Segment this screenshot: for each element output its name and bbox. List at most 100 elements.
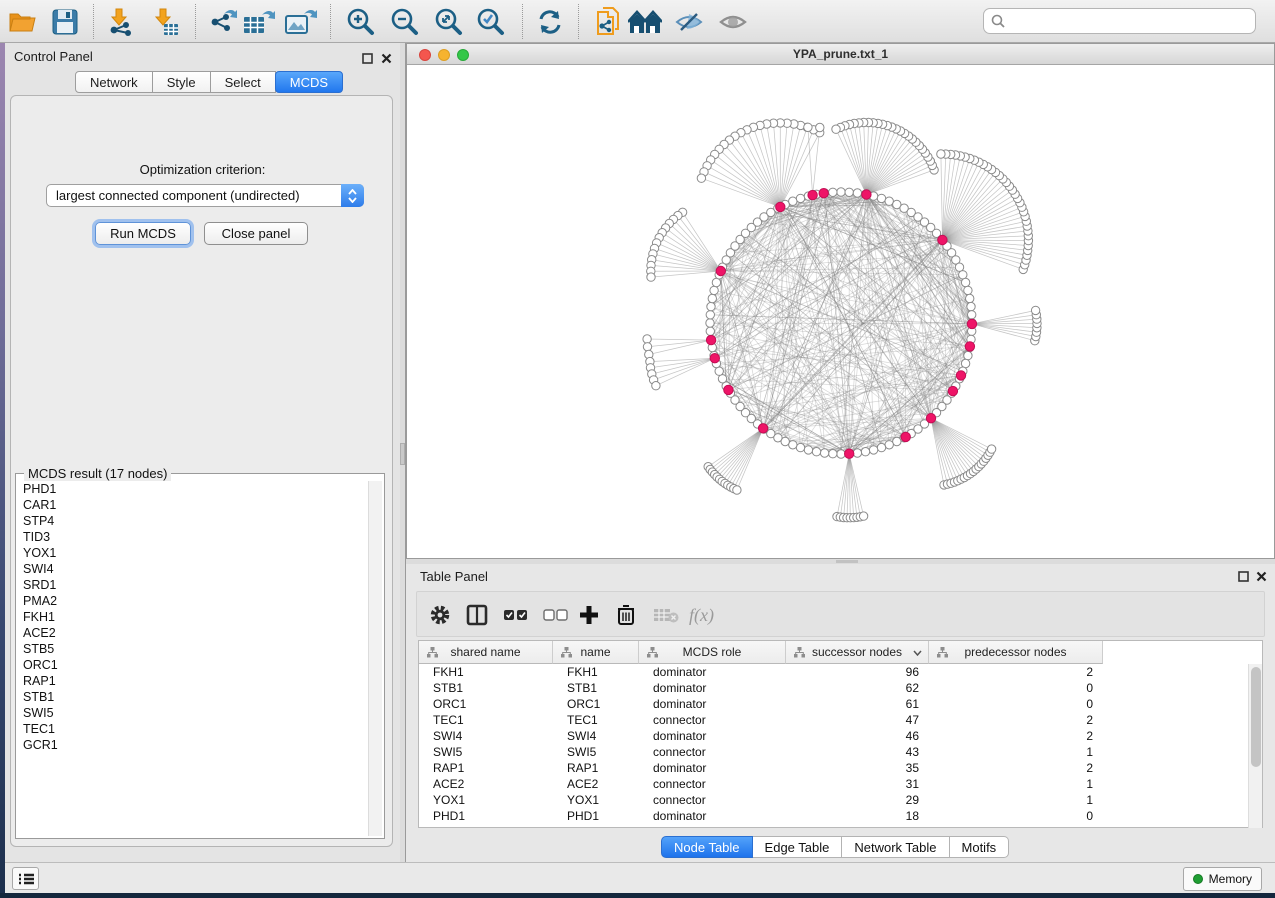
show-columns-icon[interactable] — [466, 600, 488, 630]
column-header-successor-nodes[interactable]: successor nodes — [786, 641, 929, 664]
dropdown-stepper-icon — [341, 184, 364, 207]
mcds-result-item[interactable]: CAR1 — [18, 497, 370, 513]
export-image-icon[interactable] — [284, 5, 318, 39]
table-row[interactable]: RAP1RAP1dominator352 — [419, 760, 1249, 776]
column-header-shared-name[interactable]: shared name — [419, 641, 553, 664]
tab-select[interactable]: Select — [211, 71, 276, 93]
mcds-result-item[interactable]: PHD1 — [18, 481, 370, 497]
tab-motifs[interactable]: Motifs — [950, 836, 1010, 858]
table-cell: STB1 — [419, 680, 553, 696]
export-table-icon[interactable] — [242, 5, 276, 39]
close-panel-icon[interactable] — [381, 51, 392, 62]
zoom-selected-icon[interactable] — [474, 5, 508, 39]
open-file-icon[interactable] — [6, 5, 40, 39]
mcds-result-item[interactable]: SWI5 — [18, 705, 370, 721]
network-window-titlebar[interactable]: YPA_prune.txt_1 — [407, 44, 1274, 65]
run-mcds-button[interactable]: Run MCDS — [95, 222, 191, 245]
zoom-fit-icon[interactable] — [432, 5, 466, 39]
tab-network-table[interactable]: Network Table — [842, 836, 949, 858]
deselect-all-checkboxes-icon[interactable] — [543, 600, 569, 630]
mcds-result-item[interactable]: YOX1 — [18, 545, 370, 561]
zoom-in-icon[interactable] — [344, 5, 378, 39]
save-session-icon[interactable] — [48, 5, 82, 39]
table-row[interactable]: SWI5SWI5connector431 — [419, 744, 1249, 760]
tab-node-table[interactable]: Node Table — [661, 836, 753, 858]
table-cell: 47 — [786, 712, 929, 728]
mcds-result-item[interactable]: GCR1 — [18, 737, 370, 753]
import-table-icon[interactable] — [148, 5, 182, 39]
select-all-checkboxes-icon[interactable] — [503, 600, 529, 630]
search-input[interactable] — [1010, 14, 1255, 28]
table-row[interactable]: PHD1PHD1dominator180 — [419, 808, 1249, 824]
tab-edge-table[interactable]: Edge Table — [753, 836, 843, 858]
delete-columns-icon[interactable] — [617, 600, 635, 630]
network-canvas[interactable] — [407, 65, 1274, 558]
scrollbar-thumb[interactable] — [1251, 667, 1261, 767]
table-row[interactable]: SWI4SWI4dominator462 — [419, 728, 1249, 744]
table-cell: 0 — [929, 680, 1103, 696]
show-graphics-details-icon[interactable] — [716, 5, 750, 39]
tab-mcds[interactable]: MCDS — [275, 71, 343, 93]
column-header-MCDS-role[interactable]: MCDS role — [639, 641, 786, 664]
table-cell: 0 — [929, 808, 1103, 824]
mcds-result-item[interactable]: STB5 — [18, 641, 370, 657]
table-cell: dominator — [639, 664, 786, 680]
optimization-criterion-label: Optimization criterion: — [11, 162, 394, 177]
memory-button[interactable]: Memory — [1183, 867, 1262, 891]
mcds-result-item[interactable]: SRD1 — [18, 577, 370, 593]
mcds-result-item[interactable]: FKH1 — [18, 609, 370, 625]
toolbar-separator — [522, 4, 523, 39]
export-network-icon[interactable] — [206, 5, 240, 39]
table-panel: Table Panel f(x) shared namenameMCDS rol — [406, 564, 1275, 862]
show-task-history-button[interactable] — [12, 867, 39, 890]
criterion-dropdown[interactable]: largest connected component (undirected) — [46, 184, 364, 207]
mcds-result-item[interactable]: STP4 — [18, 513, 370, 529]
float-panel-icon[interactable] — [1238, 569, 1249, 580]
mcds-result-item[interactable]: STB1 — [18, 689, 370, 705]
column-header-predecessor-nodes[interactable]: predecessor nodes — [929, 641, 1103, 664]
tab-network[interactable]: Network — [75, 71, 153, 93]
delete-table-icon[interactable] — [653, 600, 679, 630]
toolbar-separator — [93, 4, 94, 39]
tab-style[interactable]: Style — [153, 71, 211, 93]
column-header-name[interactable]: name — [553, 641, 639, 664]
network-file-share-icon[interactable] — [591, 5, 625, 39]
search-box[interactable] — [983, 8, 1256, 34]
apply-layout-icon[interactable] — [533, 5, 567, 39]
mcds-result-item[interactable]: PMA2 — [18, 593, 370, 609]
mcds-list-scrollbar[interactable] — [368, 481, 382, 836]
close-panel-button[interactable]: Close panel — [204, 222, 308, 245]
hide-graphics-details-icon[interactable] — [672, 5, 706, 39]
table-cell: 18 — [786, 808, 929, 824]
splitter-grip[interactable] — [836, 560, 858, 563]
table-scrollbar[interactable] — [1248, 664, 1262, 828]
node-table-header: shared namenameMCDS rolesuccessor nodesp… — [419, 641, 1103, 664]
table-row[interactable]: ORC1ORC1dominator610 — [419, 696, 1249, 712]
mcds-result-item[interactable]: TEC1 — [18, 721, 370, 737]
mcds-result-item[interactable]: RAP1 — [18, 673, 370, 689]
table-options-gear-icon[interactable] — [429, 600, 451, 630]
mcds-result-item[interactable]: TID3 — [18, 529, 370, 545]
splitter-grip[interactable] — [400, 443, 405, 465]
table-cell: YOX1 — [553, 792, 639, 808]
table-cell: STB1 — [553, 680, 639, 696]
mcds-result-list[interactable]: PHD1CAR1STP4TID3YOX1SWI4SRD1PMA2FKH1ACE2… — [18, 481, 370, 836]
function-builder-icon[interactable]: f(x) — [689, 600, 714, 630]
table-row[interactable]: STB1STB1dominator620 — [419, 680, 1249, 696]
table-row[interactable]: TEC1TEC1connector472 — [419, 712, 1249, 728]
mcds-result-item[interactable]: ACE2 — [18, 625, 370, 641]
float-panel-icon[interactable] — [362, 51, 373, 62]
table-cell: RAP1 — [553, 760, 639, 776]
import-network-icon[interactable] — [104, 5, 138, 39]
table-row[interactable]: YOX1YOX1connector291 — [419, 792, 1249, 808]
mcds-result-item[interactable]: ORC1 — [18, 657, 370, 673]
table-cell: 29 — [786, 792, 929, 808]
table-row[interactable]: ACE2ACE2connector311 — [419, 776, 1249, 792]
table-row[interactable]: FKH1FKH1dominator962 — [419, 664, 1249, 680]
mcds-result-item[interactable]: SWI4 — [18, 561, 370, 577]
zoom-out-icon[interactable] — [388, 5, 422, 39]
close-panel-icon[interactable] — [1256, 569, 1267, 580]
table-cell: ORC1 — [553, 696, 639, 712]
network-overview-icon[interactable] — [628, 5, 662, 39]
add-column-icon[interactable] — [579, 600, 599, 630]
